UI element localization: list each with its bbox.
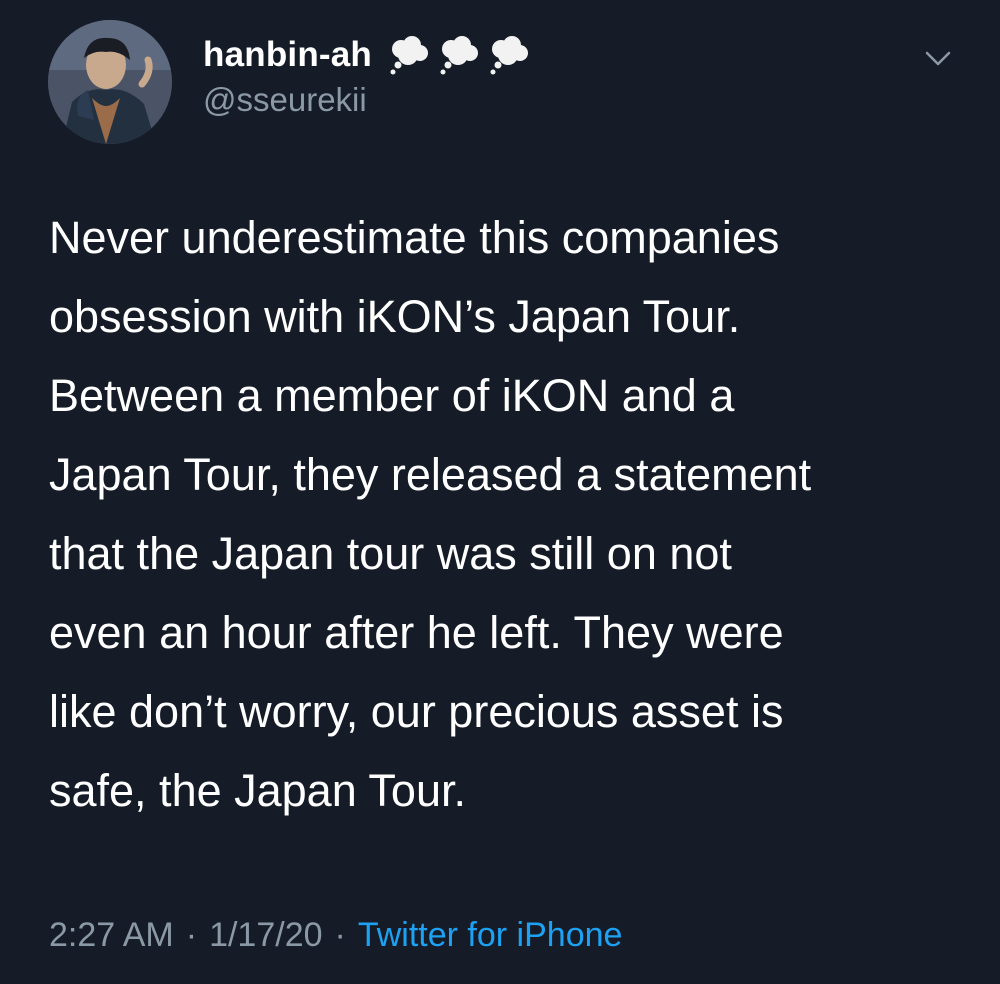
chevron-down-icon: [925, 51, 951, 66]
tweet-text: Never underestimate this companies obses…: [49, 212, 812, 816]
thought-balloon-icon: [488, 35, 530, 75]
tweet-date: 1/17/20: [209, 916, 323, 954]
display-name[interactable]: hanbin-ah: [203, 30, 372, 80]
thought-balloon-icon: [388, 35, 430, 75]
avatar-image: [48, 20, 172, 144]
tweet-menu-button[interactable]: [918, 44, 958, 74]
name-emojis: [388, 35, 530, 75]
meta-separator: ·: [334, 916, 346, 954]
user-handle[interactable]: @sseurekii: [203, 80, 530, 120]
tweet-source-link[interactable]: Twitter for iPhone: [358, 916, 623, 954]
display-name-row: hanbin-ah: [203, 30, 530, 80]
meta-separator: ·: [185, 916, 198, 954]
tweet-time: 2:27 AM: [49, 916, 174, 954]
tweet-meta: 2:27 AM · 1/17/20 · Twitter for iPhone: [49, 910, 622, 960]
user-info: hanbin-ah @sseurekii: [203, 30, 530, 120]
avatar[interactable]: [48, 20, 172, 144]
thought-balloon-icon: [438, 35, 480, 75]
